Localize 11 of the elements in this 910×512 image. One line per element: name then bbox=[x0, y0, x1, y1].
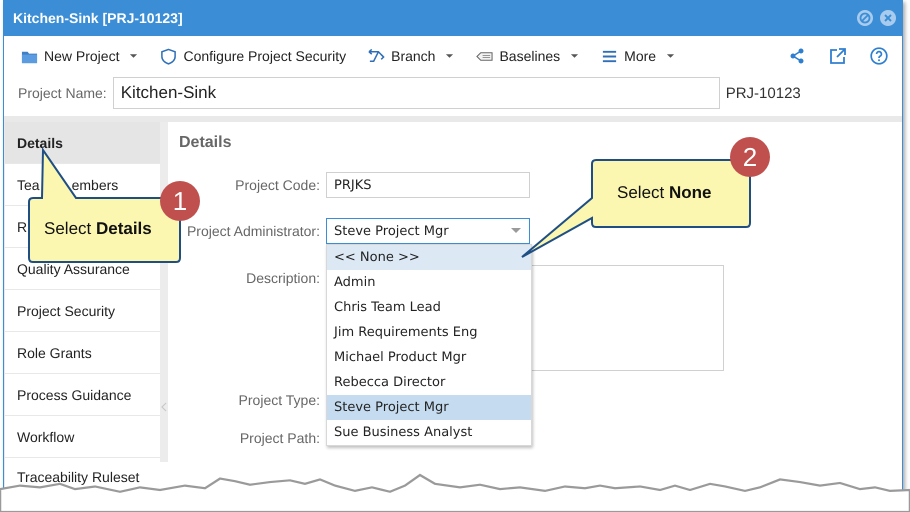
project-code-text: PRJ-10123 bbox=[726, 84, 801, 102]
field-label: Project Type: bbox=[238, 391, 320, 408]
field-label: Project Code: bbox=[234, 176, 320, 193]
field-label: Project Name: bbox=[18, 85, 107, 101]
tooltip-text: Select Details bbox=[44, 219, 152, 239]
window-title: Kitchen-Sink [PRJ-10123] bbox=[13, 10, 183, 26]
field-label: Project Administrator: bbox=[186, 222, 320, 239]
section-heading: Details bbox=[179, 134, 232, 152]
tooltip-text: Select None bbox=[617, 183, 712, 203]
field-label: Project Path: bbox=[238, 429, 320, 446]
field-label: Description: bbox=[245, 269, 320, 286]
